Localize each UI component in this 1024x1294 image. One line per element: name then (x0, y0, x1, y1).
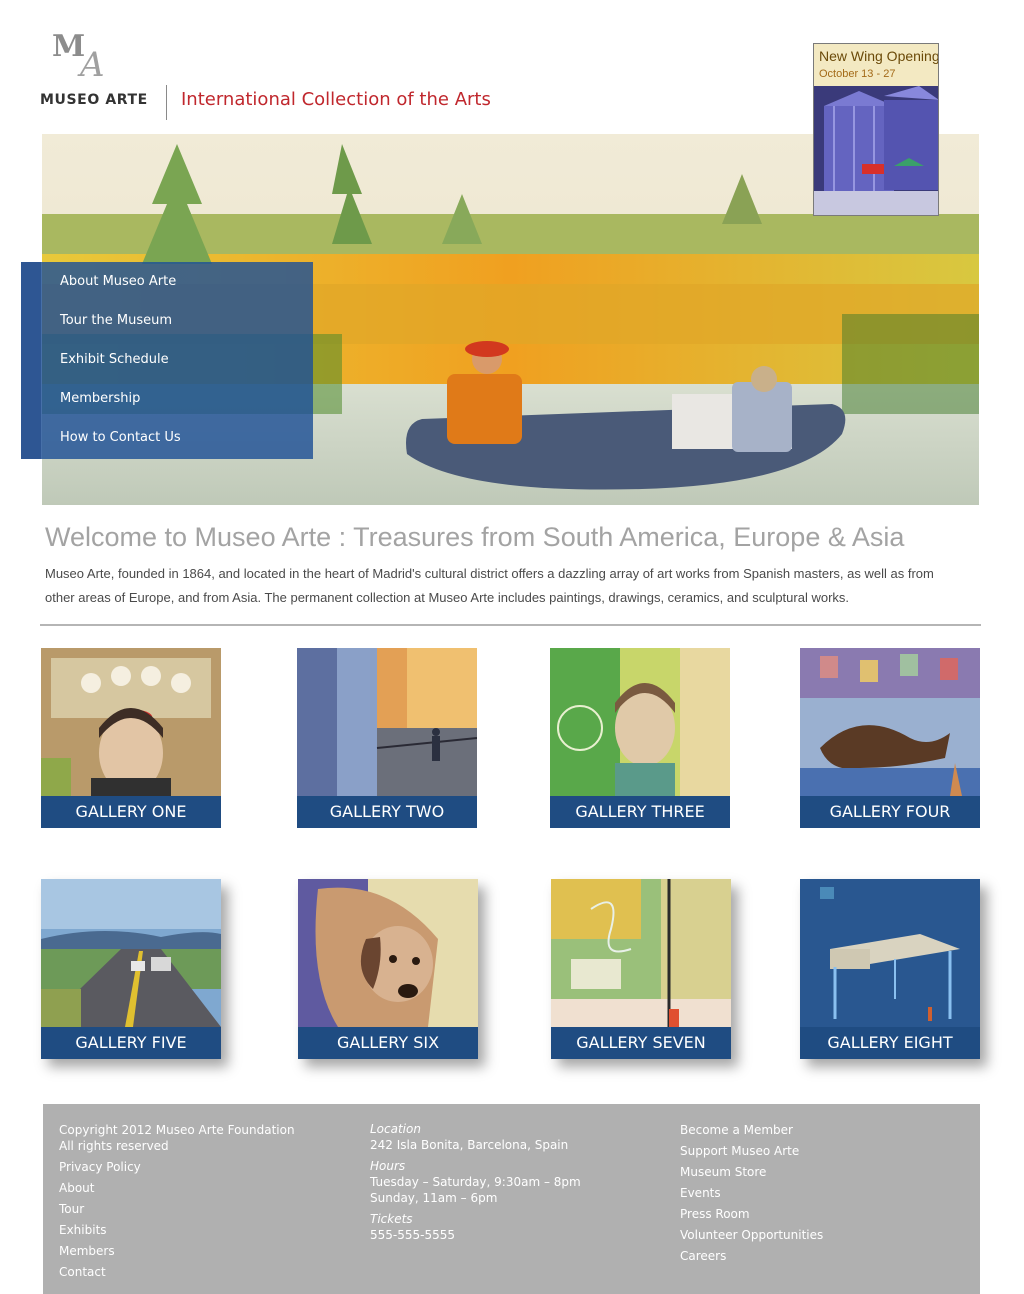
footer-hours-label: Hours (370, 1159, 406, 1173)
main-nav: About Museo Arte Tour the Museum Exhibit… (21, 262, 313, 459)
gallery-three-tile[interactable]: GALLERY THREE (550, 648, 730, 828)
footer-link-contact[interactable]: Contact (59, 1265, 106, 1279)
gallery-two-image (297, 648, 477, 796)
footer-link-exhibits[interactable]: Exhibits (59, 1223, 107, 1237)
gallery-five-label: GALLERY FIVE (41, 1027, 221, 1059)
nav-accent (21, 262, 41, 459)
footer-hours-weekday: Tuesday – Saturday, 9:30am – 8pm (370, 1175, 581, 1189)
nav-item-about[interactable]: About Museo Arte (60, 274, 176, 289)
gallery-one-tile[interactable]: GALLERY ONE (41, 648, 221, 828)
section-divider (40, 624, 981, 626)
gallery-three-label: GALLERY THREE (550, 796, 730, 828)
logo-monogram-icon: M A (52, 29, 105, 85)
promo-title: New Wing Opening (819, 48, 939, 64)
svg-text:A: A (77, 45, 105, 80)
footer-link-store[interactable]: Museum Store (680, 1165, 766, 1179)
footer-rights: All rights reserved (59, 1139, 169, 1153)
footer-link-support[interactable]: Support Museo Arte (680, 1144, 799, 1158)
footer-copyright: Copyright 2012 Museo Arte Foundation (59, 1123, 295, 1137)
footer-link-volunteer[interactable]: Volunteer Opportunities (680, 1228, 823, 1242)
nav-item-contact[interactable]: How to Contact Us (60, 430, 181, 445)
gallery-five-tile[interactable]: GALLERY FIVE (41, 879, 221, 1059)
site-footer: Copyright 2012 Museo Arte Foundation All… (43, 1104, 980, 1294)
nav-item-membership[interactable]: Membership (60, 391, 140, 406)
footer-link-about[interactable]: About (59, 1181, 94, 1195)
gallery-four-tile[interactable]: GALLERY FOUR (800, 648, 980, 828)
gallery-five-image (41, 879, 221, 1027)
gallery-eight-label: GALLERY EIGHT (800, 1027, 980, 1059)
gallery-two-tile[interactable]: GALLERY TWO (297, 648, 477, 828)
gallery-four-image (800, 648, 980, 796)
footer-location-label: Location (370, 1122, 421, 1136)
footer-link-press[interactable]: Press Room (680, 1207, 750, 1221)
gallery-eight-tile[interactable]: GALLERY EIGHT (800, 879, 980, 1059)
footer-link-tour[interactable]: Tour (59, 1202, 84, 1216)
gallery-seven-label: GALLERY SEVEN (551, 1027, 731, 1059)
site-tagline: International Collection of the Arts (181, 89, 491, 110)
gallery-seven-image (551, 879, 731, 1027)
gallery-six-image (298, 879, 478, 1027)
gallery-six-label: GALLERY SIX (298, 1027, 478, 1059)
gallery-seven-tile[interactable]: GALLERY SEVEN (551, 879, 731, 1059)
gallery-eight-image (800, 879, 980, 1027)
logo-text[interactable]: MUSEO ARTE (40, 92, 148, 108)
gallery-four-label: GALLERY FOUR (800, 796, 980, 828)
gallery-six-tile[interactable]: GALLERY SIX (298, 879, 478, 1059)
promo-dates: October 13 - 27 (819, 68, 896, 80)
logo-mark[interactable]: M A (52, 29, 126, 85)
promo-new-wing[interactable]: New Wing Opening October 13 - 27 (813, 43, 939, 216)
footer-hours-sunday: Sunday, 11am – 6pm (370, 1191, 498, 1205)
header-divider (166, 85, 167, 120)
nav-item-tour[interactable]: Tour the Museum (60, 313, 172, 328)
footer-link-members[interactable]: Members (59, 1244, 115, 1258)
footer-link-privacy[interactable]: Privacy Policy (59, 1160, 141, 1174)
gallery-one-label: GALLERY ONE (41, 796, 221, 828)
welcome-text: Museo Arte, founded in 1864, and located… (45, 566, 934, 605)
footer-phone: 555-555-5555 (370, 1228, 456, 1242)
new-wing-illustration (814, 86, 938, 215)
gallery-two-label: GALLERY TWO (297, 796, 477, 828)
footer-link-careers[interactable]: Careers (680, 1249, 726, 1263)
footer-address: 242 Isla Bonita, Barcelona, Spain (370, 1138, 569, 1152)
welcome-title: Welcome to Museo Arte : Treasures from S… (45, 522, 905, 552)
gallery-three-image (550, 648, 730, 796)
footer-link-events[interactable]: Events (680, 1186, 721, 1200)
gallery-one-image (41, 648, 221, 796)
footer-link-become-member[interactable]: Become a Member (680, 1123, 793, 1137)
footer-tickets-label: Tickets (370, 1212, 413, 1226)
nav-item-exhibit-schedule[interactable]: Exhibit Schedule (60, 352, 169, 367)
